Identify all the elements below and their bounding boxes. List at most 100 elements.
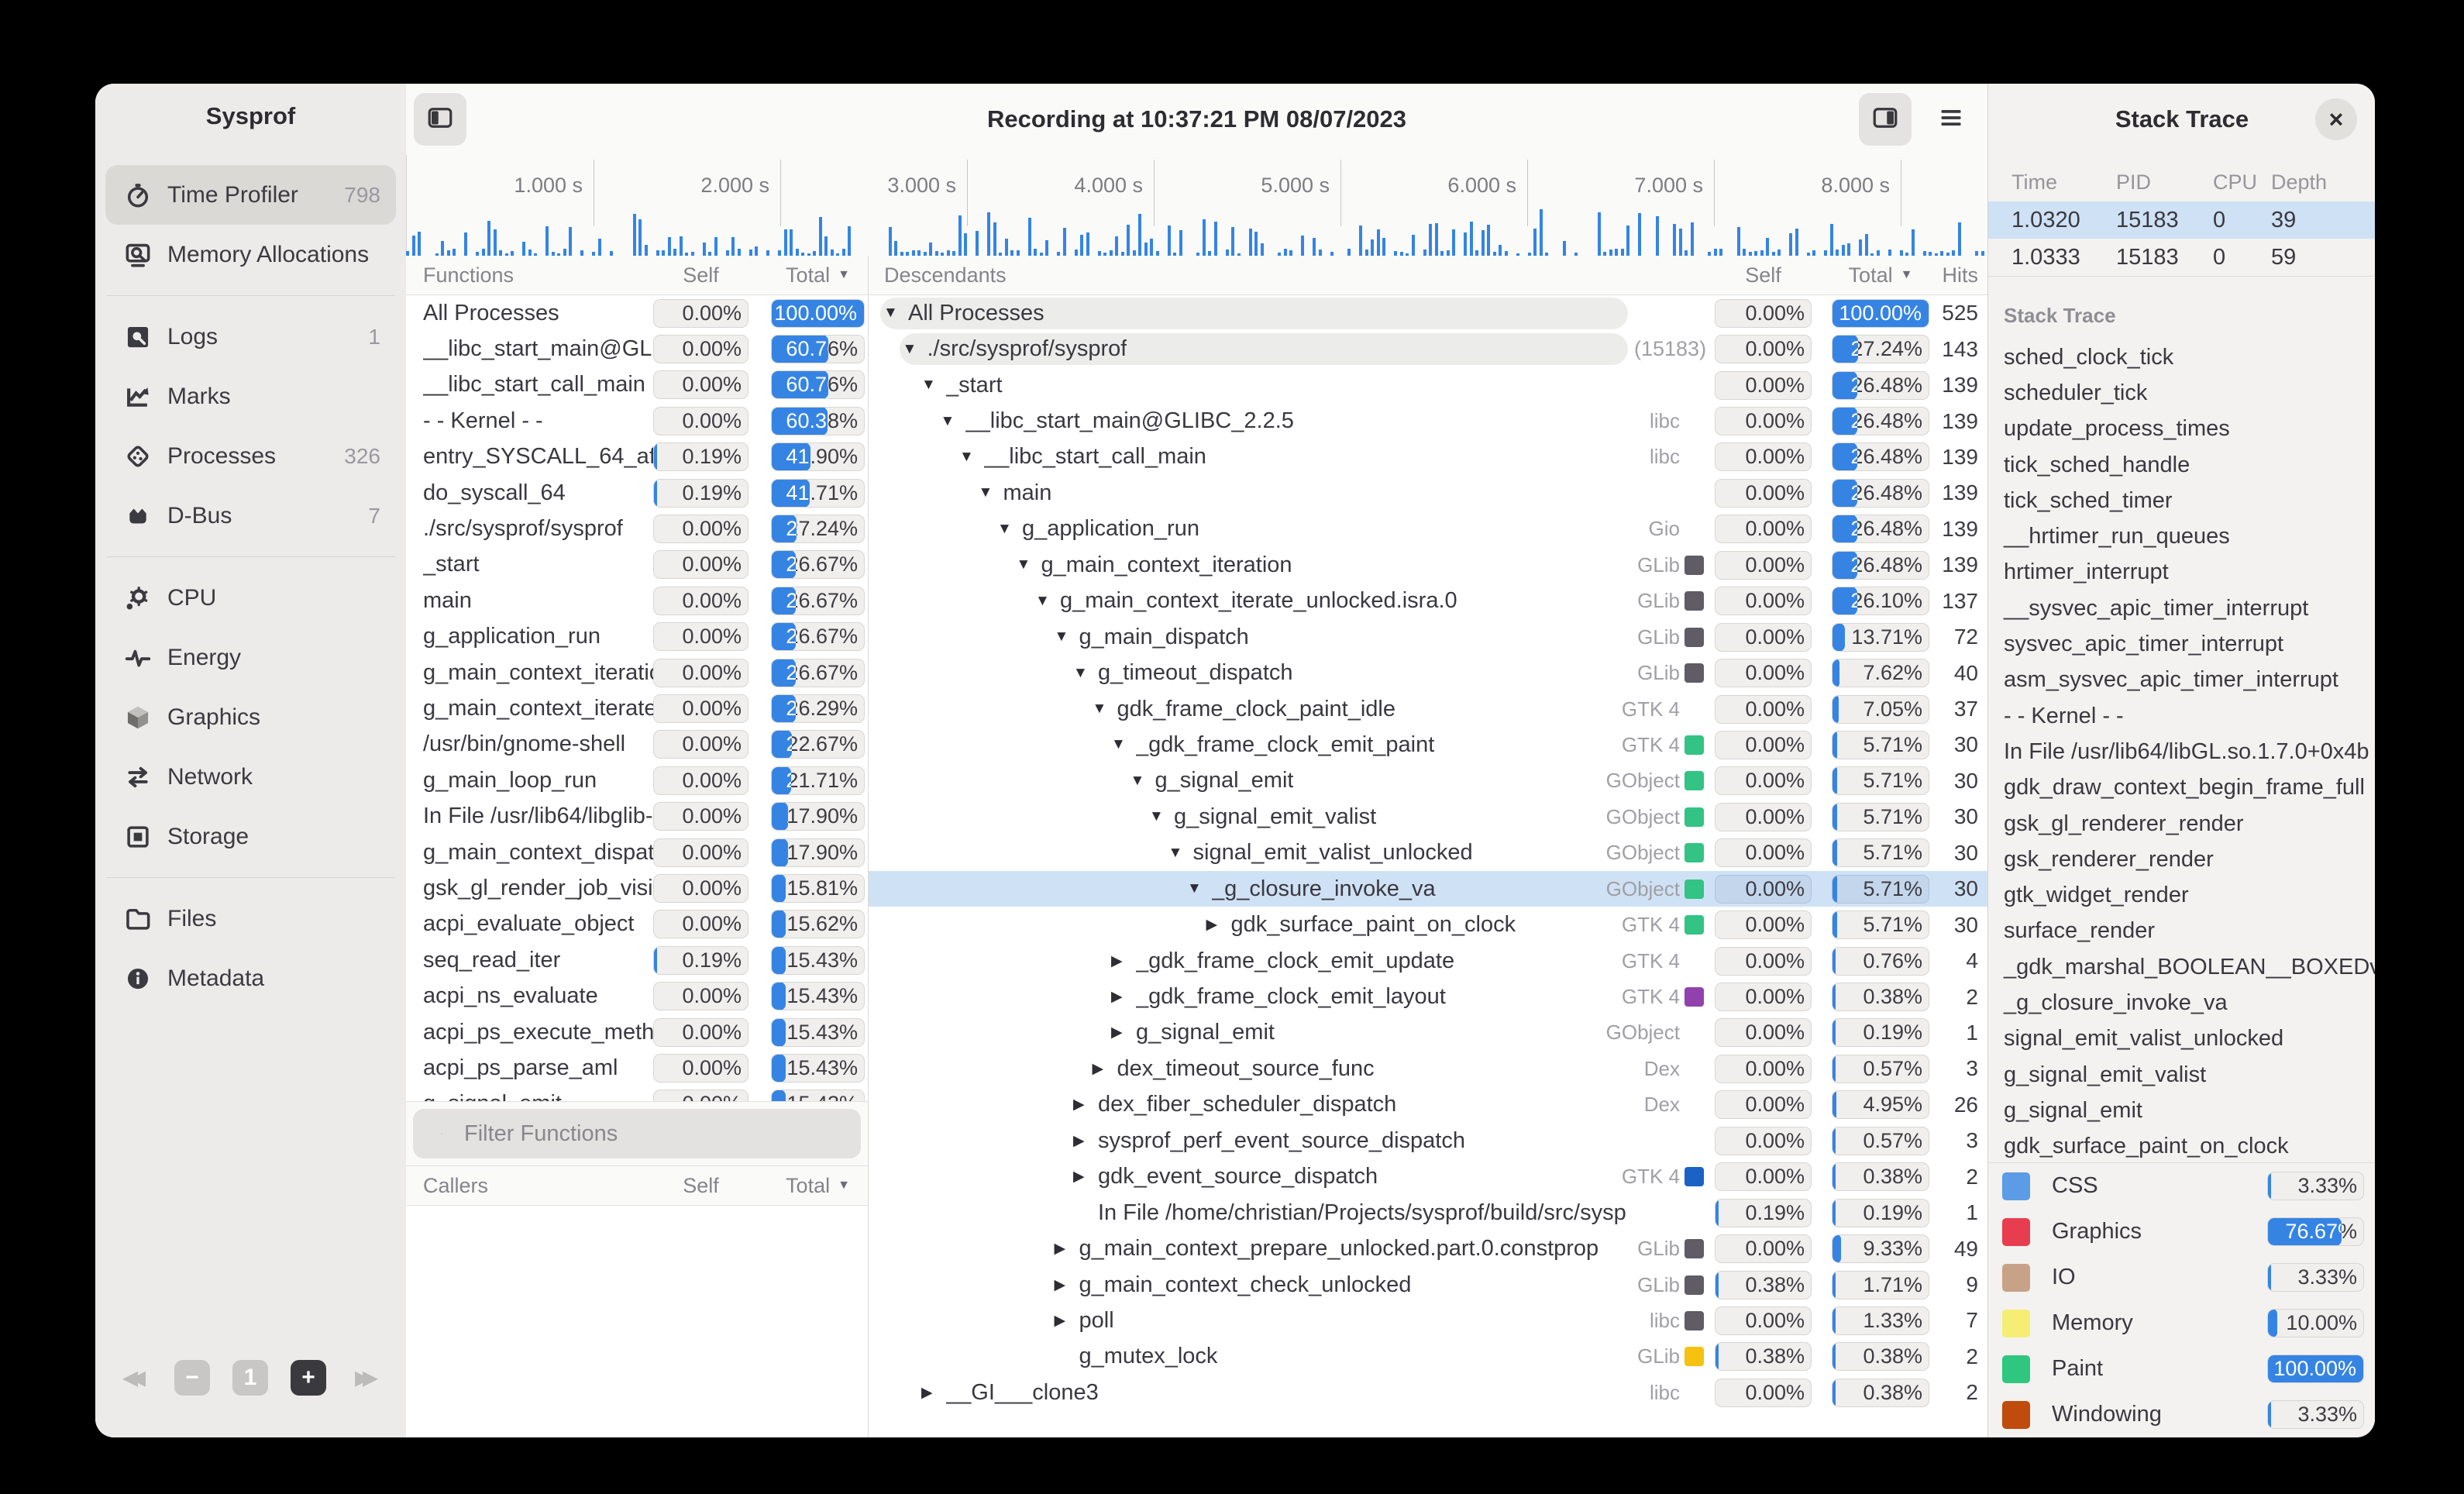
main-menu-button[interactable]	[1925, 93, 1977, 146]
expander-closed-icon[interactable]: ▶	[1108, 952, 1136, 970]
descendant-row[interactable]: ▶dex_fiber_scheduler_dispatchDex0.00%4.9…	[869, 1087, 1987, 1123]
descendant-row[interactable]: g_mutex_lockGLib0.38%0.38%0.38%0.38%2	[869, 1339, 1987, 1375]
sidebar-item-graphics[interactable]: Graphics	[105, 687, 396, 747]
expander-closed-icon[interactable]: ▶	[1108, 988, 1136, 1006]
expander-open-icon[interactable]: ▼	[1089, 701, 1117, 718]
toggle-sidebar-button[interactable]	[414, 93, 466, 146]
expander-open-icon[interactable]: ▼	[918, 377, 946, 394]
function-row[interactable]: acpi_evaluate_object0.00%15.62%15.62%	[406, 907, 868, 942]
stack-frame[interactable]: surface_render	[1988, 914, 2375, 949]
stack-column-header-cpu[interactable]: CPU	[2213, 170, 2271, 194]
sidebar-item-memory-allocations[interactable]: Memory Allocations	[105, 225, 396, 284]
descendant-row[interactable]: ▼g_main_dispatchGLib0.00%13.71%13.71%72	[869, 619, 1987, 655]
function-row[interactable]: acpi_ns_evaluate0.00%15.43%15.43%	[406, 978, 868, 1014]
stack-frame[interactable]: __hrtimer_run_queues	[1988, 518, 2375, 554]
sidebar-item-files[interactable]: Files	[105, 889, 396, 948]
close-stack-trace-button[interactable]: ×	[2315, 98, 2357, 140]
descendant-row[interactable]: ▶_gdk_frame_clock_emit_updateGTK 40.00%0…	[869, 943, 1987, 979]
function-row[interactable]: ./src/sysprof/sysprof0.00%27.24%27.24%	[406, 511, 868, 546]
descendants-hits-column-header[interactable]: Hits	[1929, 263, 1978, 287]
zoom-in-button[interactable]: +	[291, 1360, 326, 1396]
stack-sample-row[interactable]: 1.032015183039	[1988, 201, 2375, 239]
stack-frame[interactable]: hrtimer_interrupt	[1988, 555, 2375, 590]
total-column-header[interactable]: Total▼	[771, 263, 865, 287]
function-row[interactable]: g_main_context_iteration0.00%26.67%26.67…	[406, 655, 868, 690]
function-row[interactable]: g_main_context_dispatch0.00%17.90%17.90%	[406, 835, 868, 870]
sidebar-item-cpu[interactable]: CPU	[105, 568, 396, 628]
descendants-total-column-header[interactable]: Total▼	[1832, 263, 1929, 287]
function-row[interactable]: __libc_start_main@GLIBC_2.2.50.00%60.76%…	[406, 331, 868, 367]
descendant-row[interactable]: ▼_gdk_frame_clock_emit_paintGTK 40.00%5.…	[869, 727, 1987, 762]
expander-open-icon[interactable]: ▼	[900, 341, 927, 358]
function-row[interactable]: entry_SYSCALL_64_after_hwframe0.19%0.19%…	[406, 439, 868, 475]
expander-open-icon[interactable]: ▼	[1070, 665, 1098, 682]
expander-closed-icon[interactable]: ▶	[1070, 1168, 1098, 1186]
stack-frame[interactable]: gtk_widget_render	[1988, 877, 2375, 913]
stack-frame[interactable]: signal_emit_valist_unlocked	[1988, 1021, 2375, 1057]
stack-frame[interactable]: - - Kernel - -	[1988, 698, 2375, 734]
stack-frame[interactable]: tick_sched_timer	[1988, 483, 2375, 518]
expander-open-icon[interactable]: ▼	[994, 521, 1022, 538]
function-row[interactable]: _start0.00%26.67%26.67%	[406, 547, 868, 583]
timeline-waveform[interactable]	[406, 209, 1987, 257]
expander-closed-icon[interactable]: ▶	[1051, 1240, 1079, 1258]
descendant-row[interactable]: ▼signal_emit_valist_unlockedGObject0.00%…	[869, 835, 1987, 871]
descendant-row[interactable]: ▶sysprof_perf_event_source_dispatch0.00%…	[869, 1123, 1987, 1158]
stack-frame[interactable]: gsk_gl_renderer_render	[1988, 806, 2375, 842]
stack-frame[interactable]: _gdk_marshal_BOOLEAN__BOXEDv	[1988, 949, 2375, 985]
expander-open-icon[interactable]: ▼	[1108, 736, 1136, 753]
sidebar-item-time-profiler[interactable]: Time Profiler798	[105, 165, 396, 225]
descendant-row[interactable]: ▶gdk_event_source_dispatchGTK 40.00%0.38…	[869, 1159, 1987, 1195]
self-column-header[interactable]: Self	[653, 263, 748, 287]
stack-frame[interactable]: scheduler_tick	[1988, 375, 2375, 411]
expander-open-icon[interactable]: ▼	[1165, 845, 1193, 862]
descendant-row[interactable]: ▼gdk_frame_clock_paint_idleGTK 40.00%7.0…	[869, 691, 1987, 727]
function-row[interactable]: In File /usr/lib64/libglib-2.0.so0.00%17…	[406, 798, 868, 834]
callers-column-header[interactable]: Callers	[423, 1174, 653, 1198]
descendant-row[interactable]: ▼All Processes0.00%100.00%100.00%525	[869, 295, 1987, 331]
expander-closed-icon[interactable]: ▶	[1070, 1132, 1098, 1150]
functions-column-header[interactable]: Functions	[423, 263, 653, 287]
function-row[interactable]: g_main_loop_run0.00%21.71%21.71%	[406, 762, 868, 798]
function-row[interactable]: - - Kernel - -0.00%60.38%60.38%	[406, 403, 868, 439]
expander-open-icon[interactable]: ▼	[1146, 808, 1174, 825]
stack-frame[interactable]: gsk_renderer_render	[1988, 842, 2375, 877]
descendant-row[interactable]: ▼g_timeout_dispatchGLib0.00%7.62%7.62%40	[869, 655, 1987, 690]
expander-closed-icon[interactable]: ▶	[1051, 1276, 1079, 1294]
descendant-row[interactable]: ▼_start0.00%26.48%26.48%139	[869, 367, 1987, 403]
sidebar-item-d-bus[interactable]: D-Bus7	[105, 486, 396, 546]
descendant-row[interactable]: ▼g_signal_emitGObject0.00%5.71%5.71%30	[869, 763, 1987, 799]
expander-open-icon[interactable]: ▼	[938, 413, 965, 430]
function-row[interactable]: g_main_context_iterate_unlocked0.00%26.2…	[406, 690, 868, 726]
sidebar-item-processes[interactable]: Processes326	[105, 426, 396, 486]
zoom-level-button[interactable]: 1	[232, 1360, 268, 1396]
expander-open-icon[interactable]: ▼	[1013, 556, 1041, 573]
descendant-row[interactable]: ▼g_signal_emit_valistGObject0.00%5.71%5.…	[869, 799, 1987, 835]
callers-total-column-header[interactable]: Total▼	[771, 1174, 865, 1198]
descendant-row[interactable]: ▼main0.00%26.48%26.48%139	[869, 475, 1987, 511]
descendants-self-column-header[interactable]: Self	[1715, 263, 1812, 287]
stack-frame[interactable]: __sysvec_apic_timer_interrupt	[1988, 590, 2375, 626]
descendant-row[interactable]: In File /home/christian/Projects/sysprof…	[869, 1195, 1987, 1231]
descendant-row[interactable]: ▶g_main_context_prepare_unlocked.part.0.…	[869, 1231, 1987, 1266]
sidebar-item-marks[interactable]: Marks	[105, 367, 396, 426]
function-row[interactable]: main0.00%26.67%26.67%	[406, 583, 868, 618]
expander-closed-icon[interactable]: ▶	[1051, 1312, 1079, 1330]
function-row[interactable]: __libc_start_call_main0.00%60.76%60.76%	[406, 367, 868, 403]
stack-frame[interactable]: gdk_surface_paint_on_clock	[1988, 1129, 2375, 1165]
expander-closed-icon[interactable]: ▶	[1070, 1096, 1098, 1114]
sidebar-item-energy[interactable]: Energy	[105, 628, 396, 687]
stack-frame[interactable]: sysvec_apic_timer_interrupt	[1988, 626, 2375, 662]
sidebar-item-logs[interactable]: Logs1	[105, 307, 396, 367]
function-row[interactable]: seq_read_iter0.19%0.19%15.43%15.43%	[406, 942, 868, 978]
expander-open-icon[interactable]: ▼	[880, 305, 908, 322]
stack-sample-row[interactable]: 1.033315183059	[1988, 239, 2375, 276]
expander-open-icon[interactable]: ▼	[1127, 773, 1155, 790]
descendant-row[interactable]: ▼__libc_start_call_mainlibc0.00%26.48%26…	[869, 439, 1987, 475]
descendant-row[interactable]: ▶g_main_context_check_unlockedGLib0.38%0…	[869, 1267, 1987, 1303]
callers-self-column-header[interactable]: Self	[653, 1174, 748, 1198]
descendant-row[interactable]: ▶_gdk_frame_clock_emit_layoutGTK 40.00%0…	[869, 979, 1987, 1014]
descendant-row[interactable]: ▶gdk_surface_paint_on_clockGTK 40.00%5.7…	[869, 907, 1987, 942]
function-row[interactable]: g_signal_emit0.00%15.43%15.43%	[406, 1086, 868, 1101]
function-row[interactable]: g_application_run0.00%26.67%26.67%	[406, 619, 868, 655]
